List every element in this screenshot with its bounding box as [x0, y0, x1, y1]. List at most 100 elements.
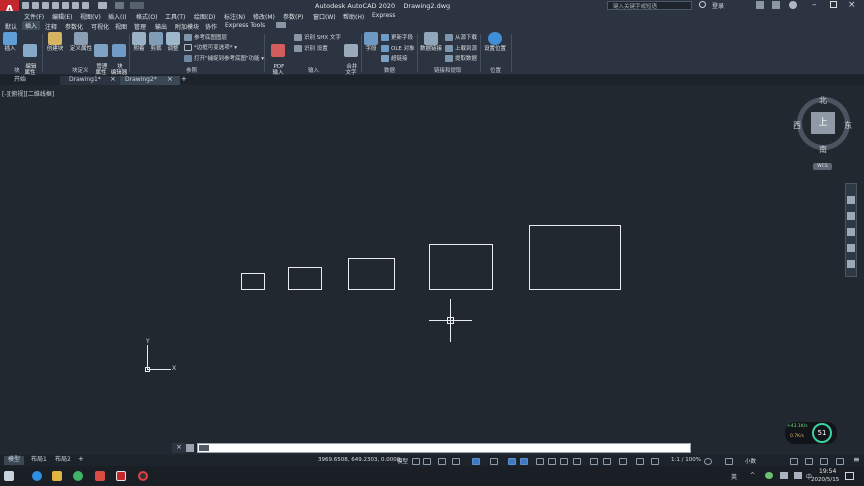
- model-space-toggle[interactable]: 模型: [397, 457, 408, 465]
- dynamic-ucs-icon[interactable]: [603, 458, 611, 465]
- merge-text-button[interactable]: 合并 文字: [342, 32, 360, 76]
- adjust-button[interactable]: 调整: [165, 32, 181, 52]
- snap-icon[interactable]: [423, 458, 431, 465]
- menu-tools[interactable]: 工具(T): [165, 12, 185, 21]
- extract-data-button[interactable]: 提取数据: [445, 54, 477, 62]
- notification-icon[interactable]: [845, 472, 854, 480]
- viewcube-north[interactable]: 北: [819, 95, 827, 106]
- edge-icon[interactable]: [32, 471, 42, 481]
- customization-icon[interactable]: ≡: [853, 455, 860, 464]
- download-source-button[interactable]: 从源下载: [445, 33, 477, 41]
- orbit-icon[interactable]: [847, 244, 855, 252]
- close-tab-icon[interactable]: ×: [110, 75, 116, 83]
- units-dropdown[interactable]: 小数: [745, 457, 756, 465]
- menu-format[interactable]: 格式(O): [136, 12, 157, 21]
- browser-icon[interactable]: [73, 471, 83, 481]
- infer-constraints-icon[interactable]: [438, 458, 446, 465]
- tray-app-icon[interactable]: [765, 472, 773, 479]
- network-icon[interactable]: [780, 472, 788, 479]
- pan-icon[interactable]: [847, 212, 855, 220]
- web-icon[interactable]: [62, 2, 69, 9]
- transparency-icon[interactable]: [560, 458, 568, 465]
- field-button[interactable]: 字段: [363, 32, 379, 52]
- rectangle[interactable]: [241, 273, 265, 290]
- menu-insert[interactable]: 插入(I): [108, 12, 126, 21]
- clean-screen-icon[interactable]: [836, 458, 844, 465]
- wcs-dropdown[interactable]: WCS: [813, 163, 832, 170]
- annotation-visibility-icon[interactable]: [651, 458, 659, 465]
- tab-insert[interactable]: 插入: [22, 21, 41, 30]
- tab-layout1[interactable]: 布局1: [27, 456, 51, 465]
- quick-properties-icon[interactable]: [790, 458, 798, 465]
- tab-express-tools[interactable]: Express Tools: [225, 22, 265, 29]
- save-icon[interactable]: [42, 2, 49, 9]
- isodraft-icon[interactable]: [508, 458, 516, 465]
- print-icon[interactable]: [72, 2, 79, 9]
- annotation-scale[interactable]: 1:1 / 100%: [671, 457, 701, 463]
- hyperlink-button[interactable]: 超链接: [381, 54, 408, 62]
- viewcube-west[interactable]: 西: [793, 120, 801, 131]
- menu-edit[interactable]: 编辑(E): [52, 12, 72, 21]
- login-link[interactable]: 登录: [712, 1, 724, 10]
- lock-ui-icon[interactable]: [805, 458, 813, 465]
- edit-attribute-button[interactable]: 编辑 属性: [20, 32, 40, 76]
- underlay-layers-button[interactable]: 参考底图图层: [184, 33, 227, 41]
- tab-layout2[interactable]: 布局2: [51, 456, 75, 465]
- autocad-taskbar-icon[interactable]: [116, 471, 126, 481]
- exchange-icon[interactable]: [756, 1, 764, 9]
- help-icon[interactable]: [789, 1, 797, 9]
- undo-icon[interactable]: [98, 2, 107, 9]
- pdf-import-button[interactable]: PDF 输入: [268, 32, 288, 76]
- viewcube-top[interactable]: 上: [811, 112, 835, 134]
- new-tab-icon[interactable]: +: [181, 75, 187, 83]
- coordinates-readout[interactable]: 3969.6508, 649.2303, 0.0000: [318, 457, 400, 463]
- polar-tracking-icon[interactable]: [490, 458, 498, 465]
- frames-vary-dropdown[interactable]: *边框可变选项* ▾: [184, 43, 237, 51]
- 3d-osnap-icon[interactable]: [590, 458, 598, 465]
- language-indicator[interactable]: 英: [731, 472, 737, 481]
- maximize-icon[interactable]: [830, 1, 837, 8]
- rectangle[interactable]: [429, 244, 493, 290]
- dynamic-input-icon[interactable]: [452, 458, 460, 465]
- ribbon-toggle-icon[interactable]: [276, 22, 286, 28]
- new-icon[interactable]: [22, 2, 29, 9]
- recorder-icon[interactable]: [138, 471, 148, 481]
- selection-cycling-icon[interactable]: [573, 458, 581, 465]
- manage-attributes-button[interactable]: 管理 属性: [92, 32, 110, 76]
- menu-help[interactable]: 帮助(H): [343, 12, 364, 21]
- data-link-button[interactable]: 数据链接: [419, 32, 443, 52]
- tab-model[interactable]: 模型: [4, 456, 25, 465]
- close-icon[interactable]: ×: [848, 0, 856, 10]
- zoom-extents-icon[interactable]: [847, 228, 855, 236]
- close-tab-icon[interactable]: ×: [167, 75, 173, 83]
- viewcube-east[interactable]: 东: [844, 120, 852, 131]
- lineweight-icon[interactable]: [548, 458, 556, 465]
- customize-command-icon[interactable]: [186, 444, 194, 452]
- volume-icon[interactable]: [794, 472, 802, 479]
- search-input[interactable]: 键入关键字或短语: [607, 1, 692, 10]
- upload-source-button[interactable]: 上载到源: [445, 44, 477, 52]
- command-input[interactable]: [197, 443, 691, 453]
- windows-start-icon[interactable]: [4, 471, 14, 481]
- rectangle[interactable]: [348, 258, 395, 290]
- connect-icon[interactable]: [772, 1, 780, 9]
- gizmo-icon[interactable]: [636, 458, 644, 465]
- attach-button[interactable]: 附着: [131, 32, 147, 52]
- set-location-button[interactable]: 设置位置: [483, 32, 507, 52]
- menu-modify[interactable]: 修改(M): [253, 12, 275, 21]
- object-snap-icon[interactable]: [536, 458, 544, 465]
- workspace-switching-icon[interactable]: [704, 458, 712, 465]
- menu-express[interactable]: Express: [372, 12, 395, 19]
- user-icon[interactable]: [699, 1, 706, 8]
- redo-icon[interactable]: [115, 2, 124, 9]
- recognize-settings-button[interactable]: 识别 设置: [294, 44, 328, 52]
- annotation-monitor-icon[interactable]: [725, 458, 733, 465]
- clock-date[interactable]: 2020/5/15: [811, 477, 839, 483]
- menu-file[interactable]: 文件(F): [24, 12, 44, 21]
- tab-start[interactable]: 开始: [0, 76, 60, 85]
- menu-window[interactable]: 窗口(W): [313, 12, 336, 21]
- grid-icon[interactable]: [412, 458, 420, 465]
- viewport-controls[interactable]: [-][俯视][二维线框]: [2, 89, 54, 98]
- full-navigation-wheel-icon[interactable]: [847, 196, 855, 204]
- recognize-shx-button[interactable]: 识别 SHX 文字: [294, 33, 341, 41]
